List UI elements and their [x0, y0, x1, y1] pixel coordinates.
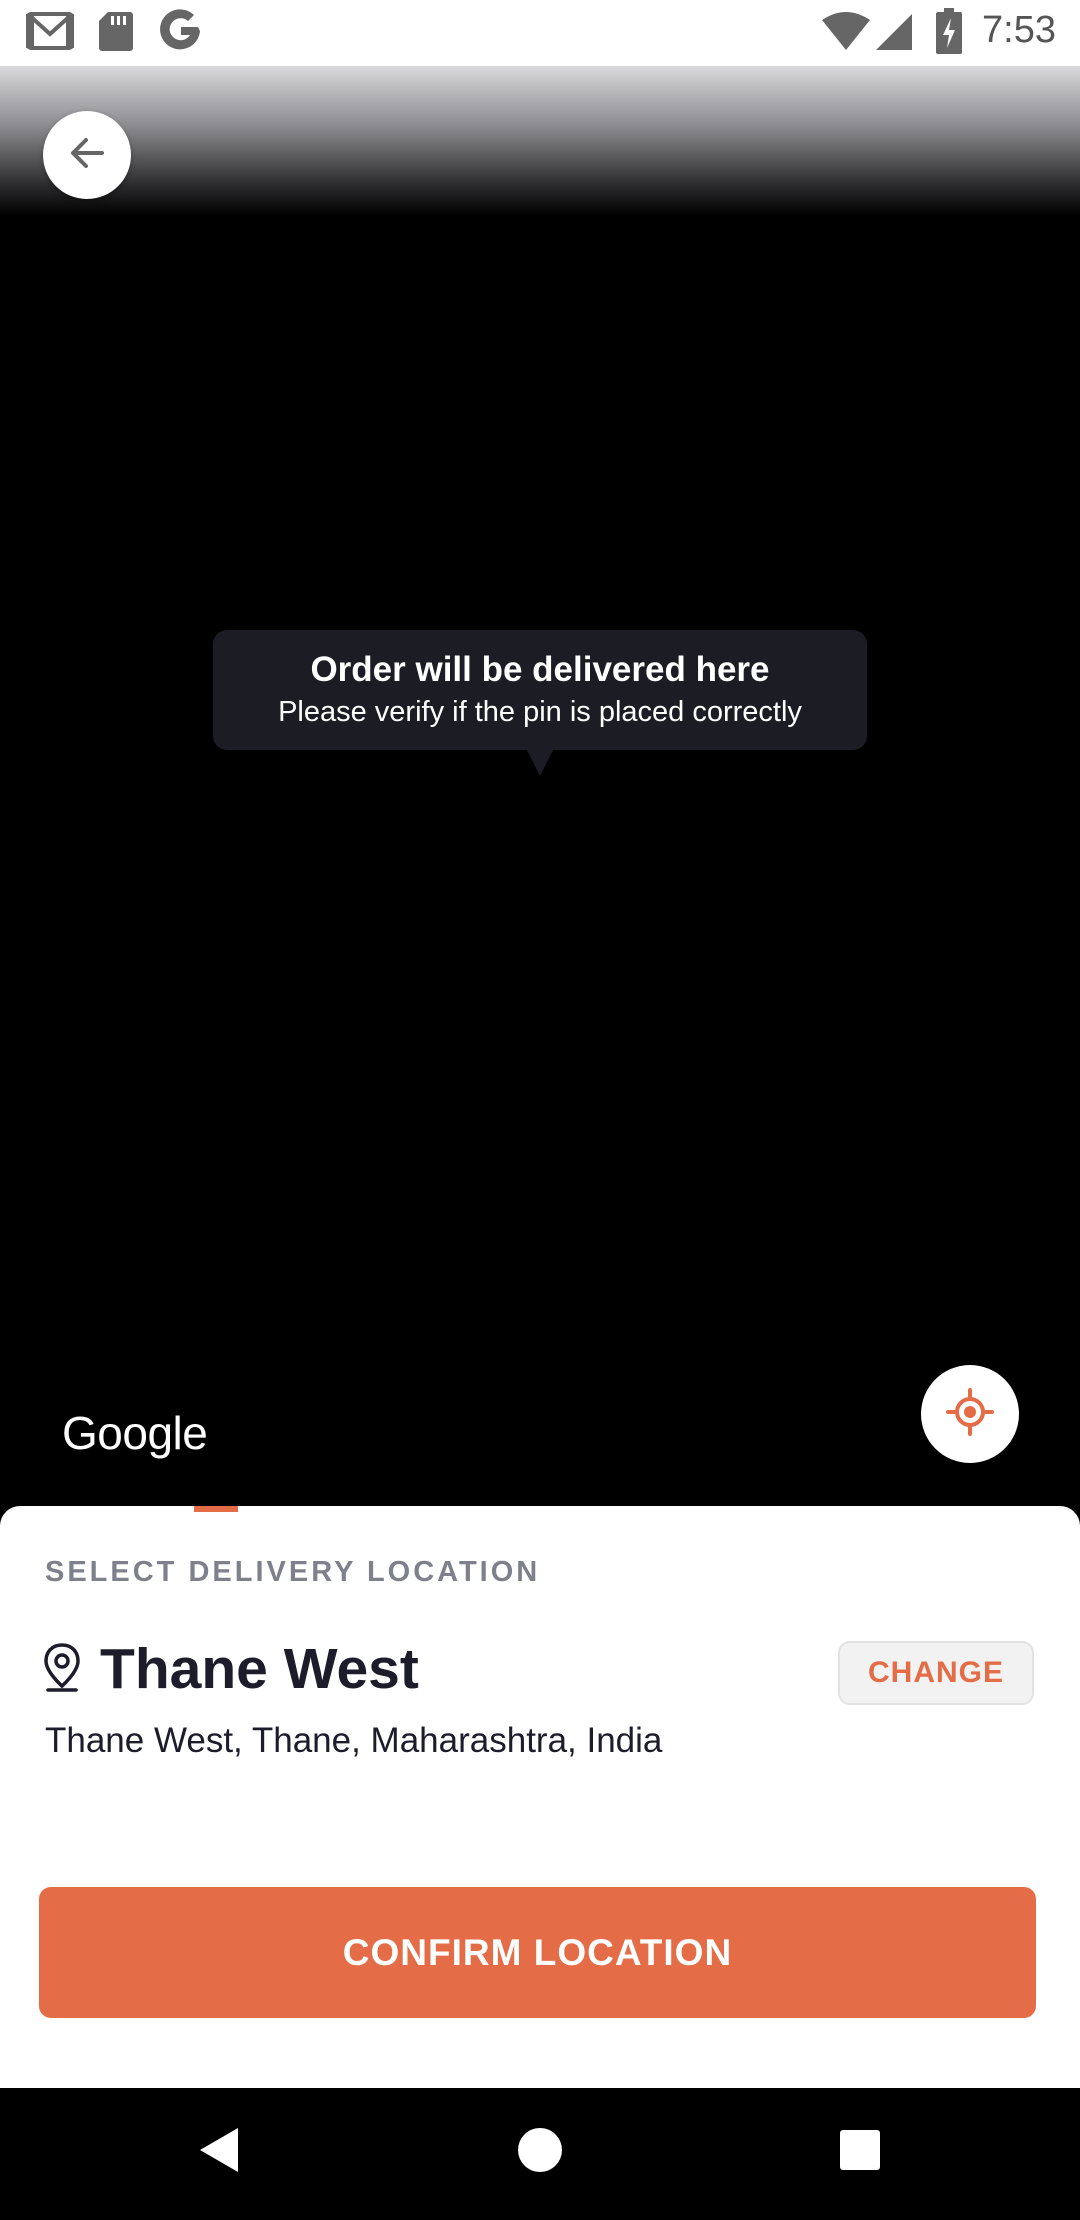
- battery-charging-icon: [936, 8, 962, 59]
- back-triangle-icon[interactable]: [196, 2124, 242, 2181]
- tooltip-title: Order will be delivered here: [310, 650, 770, 689]
- map-top-gradient: [0, 66, 1080, 216]
- section-label: SELECT DELIVERY LOCATION: [45, 1556, 541, 1588]
- gmail-icon: [26, 10, 74, 57]
- status-bar: 7:53: [0, 0, 1080, 66]
- system-nav-bar: [0, 2088, 1080, 2220]
- delivery-pin-tooltip: Order will be delivered here Please veri…: [213, 630, 867, 776]
- location-address: Thane West, Thane, Maharashtra, India: [45, 1721, 663, 1760]
- back-button[interactable]: [43, 111, 131, 199]
- sd-card-icon: [98, 10, 134, 57]
- location-pin-icon: [42, 1642, 82, 1697]
- map-view[interactable]: Order will be delivered here Please veri…: [0, 66, 1080, 1506]
- location-title-row: Thane West: [42, 1636, 419, 1702]
- location-title: Thane West: [100, 1637, 419, 1701]
- google-icon: [158, 8, 204, 59]
- confirm-location-button[interactable]: CONFIRM LOCATION: [39, 1887, 1036, 2018]
- delivery-location-sheet: SELECT DELIVERY LOCATION Thane West CHAN…: [0, 1506, 1080, 2088]
- my-location-button[interactable]: [921, 1365, 1019, 1463]
- wifi-icon: [822, 12, 870, 57]
- home-circle-icon[interactable]: [516, 2126, 564, 2179]
- google-logo: Google: [62, 1407, 208, 1459]
- tooltip-subtitle: Please verify if the pin is placed corre…: [278, 696, 802, 728]
- my-location-icon: [945, 1387, 995, 1442]
- arrow-back-icon: [66, 132, 108, 179]
- signal-icon: [874, 12, 914, 57]
- change-location-button[interactable]: CHANGE: [838, 1641, 1034, 1705]
- status-time: 7:53: [982, 9, 1056, 51]
- sheet-accent-bar: [194, 1506, 238, 1512]
- recents-square-icon[interactable]: [838, 2128, 882, 2177]
